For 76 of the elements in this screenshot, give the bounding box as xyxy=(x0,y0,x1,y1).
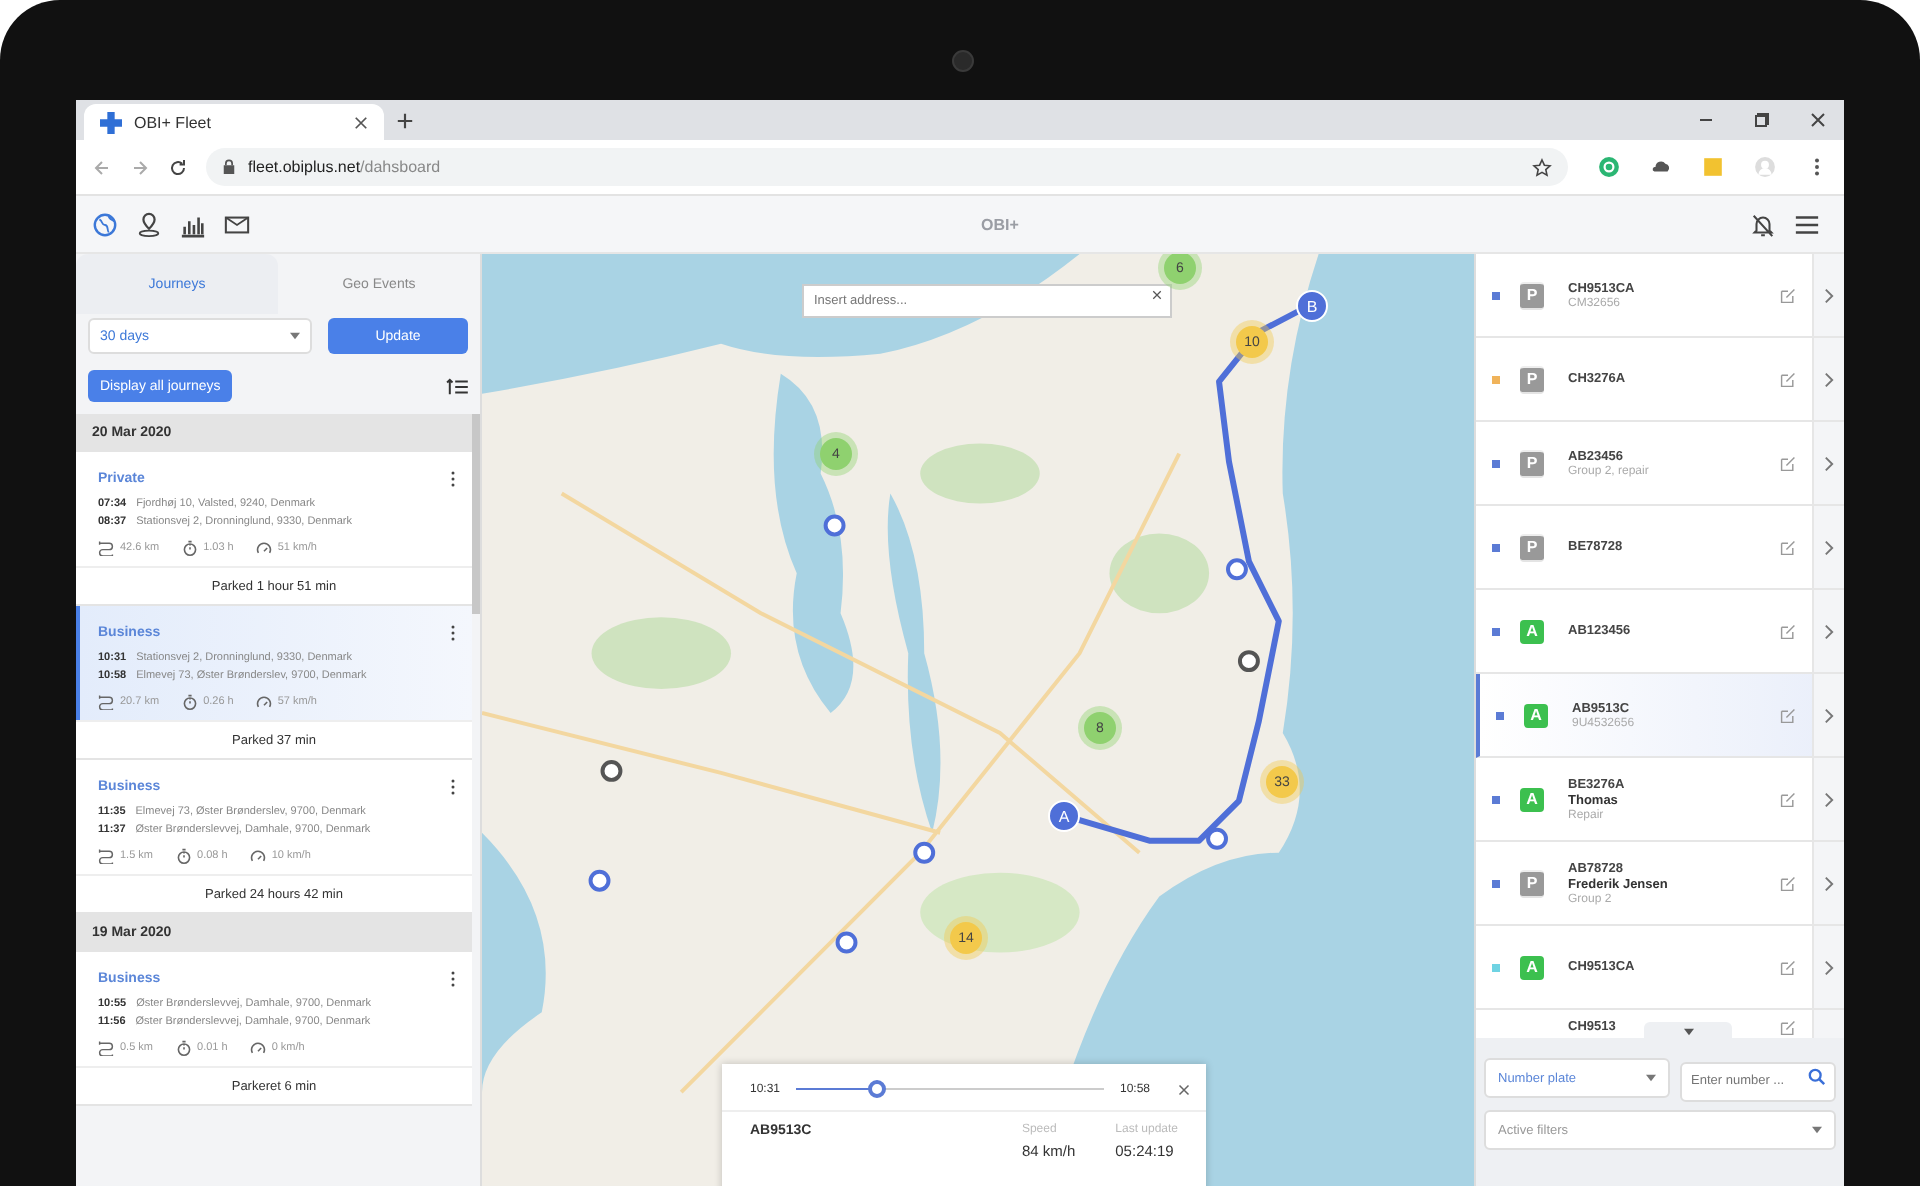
edit-icon[interactable] xyxy=(1780,707,1796,723)
status-badge: A xyxy=(1524,703,1548,727)
edit-icon[interactable] xyxy=(1780,623,1796,639)
chevron-right-icon[interactable] xyxy=(1824,875,1834,891)
slider-thumb[interactable] xyxy=(868,1080,887,1098)
status-badge: A xyxy=(1520,955,1544,979)
lock-icon xyxy=(222,158,236,176)
chevron-right-icon[interactable] xyxy=(1824,623,1834,639)
edit-icon[interactable] xyxy=(1780,1020,1796,1036)
time-slider[interactable] xyxy=(796,1080,1104,1098)
restore-icon[interactable] xyxy=(1752,110,1772,130)
edit-icon[interactable] xyxy=(1780,791,1796,807)
edit-icon[interactable] xyxy=(1780,455,1796,471)
chevron-right-icon[interactable] xyxy=(1824,287,1834,303)
caret-icon xyxy=(1812,1126,1822,1134)
edit-icon[interactable] xyxy=(1780,371,1796,387)
chevron-right-icon[interactable] xyxy=(1824,791,1834,807)
status-badge: P xyxy=(1520,533,1544,561)
more-icon[interactable] xyxy=(450,623,456,641)
search-icon[interactable] xyxy=(1808,1068,1826,1086)
route-icon xyxy=(98,540,114,556)
speedometer-icon xyxy=(255,694,272,710)
chevron-right-icon[interactable] xyxy=(1824,539,1834,555)
status-badge: P xyxy=(1520,449,1544,477)
speedometer-icon xyxy=(249,1040,266,1056)
mail-icon[interactable] xyxy=(224,211,250,237)
close-icon[interactable] xyxy=(1178,1083,1190,1095)
route-icon xyxy=(98,694,114,710)
back-icon[interactable] xyxy=(92,157,112,177)
chevron-right-icon[interactable] xyxy=(1824,707,1834,723)
stopwatch-icon xyxy=(181,540,198,556)
status-badge: P xyxy=(1520,869,1544,897)
reload-icon[interactable] xyxy=(168,157,188,177)
edit-icon[interactable] xyxy=(1780,539,1796,555)
tab-title: OBI+ Fleet xyxy=(134,113,213,131)
app-logo: OBI+ xyxy=(981,215,1019,233)
more-icon[interactable] xyxy=(450,777,456,795)
globe-icon[interactable] xyxy=(92,211,118,237)
speedometer-icon xyxy=(249,848,266,864)
camera-icon xyxy=(952,50,974,72)
stopwatch-icon xyxy=(175,848,192,864)
more-icon[interactable] xyxy=(450,969,456,987)
speedometer-icon xyxy=(255,540,272,556)
new-tab-icon[interactable] xyxy=(396,111,414,129)
status-badge: P xyxy=(1520,365,1544,393)
caret-icon xyxy=(1645,1074,1655,1082)
route-icon xyxy=(98,1040,114,1056)
more-icon[interactable] xyxy=(450,469,456,487)
edit-icon[interactable] xyxy=(1780,287,1796,303)
status-badge: P xyxy=(1520,281,1544,309)
address-bar[interactable]: fleet.obiplus.net/dahsboard xyxy=(206,148,1568,186)
stopwatch-icon xyxy=(181,694,198,710)
close-icon[interactable] xyxy=(354,115,368,129)
sort-list-icon[interactable] xyxy=(446,377,468,395)
scrollbar[interactable] xyxy=(472,414,480,614)
caret-icon xyxy=(290,332,300,340)
url-text: fleet.obiplus.net/dahsboard xyxy=(248,158,441,176)
bell-off-icon[interactable] xyxy=(1750,211,1776,237)
status-badge: A xyxy=(1520,619,1544,643)
star-icon[interactable] xyxy=(1532,157,1552,177)
chevron-right-icon[interactable] xyxy=(1824,455,1834,471)
status-badge: A xyxy=(1520,787,1544,811)
chevron-right-icon[interactable] xyxy=(1824,959,1834,975)
browser-tab[interactable]: OBI+ Fleet xyxy=(84,104,384,140)
menu-icon[interactable] xyxy=(1794,211,1820,237)
edit-icon[interactable] xyxy=(1780,875,1796,891)
chevron-right-icon[interactable] xyxy=(1824,371,1834,387)
edit-icon[interactable] xyxy=(1780,959,1796,975)
person-pin-icon[interactable] xyxy=(136,211,162,237)
close-icon[interactable] xyxy=(1808,110,1828,130)
stopwatch-icon xyxy=(175,1040,192,1056)
clear-icon[interactable] xyxy=(1152,290,1162,300)
forward-icon[interactable] xyxy=(130,157,150,177)
extension-icon[interactable] xyxy=(1598,156,1620,178)
plus-logo-icon xyxy=(100,111,122,133)
route-icon xyxy=(98,848,114,864)
